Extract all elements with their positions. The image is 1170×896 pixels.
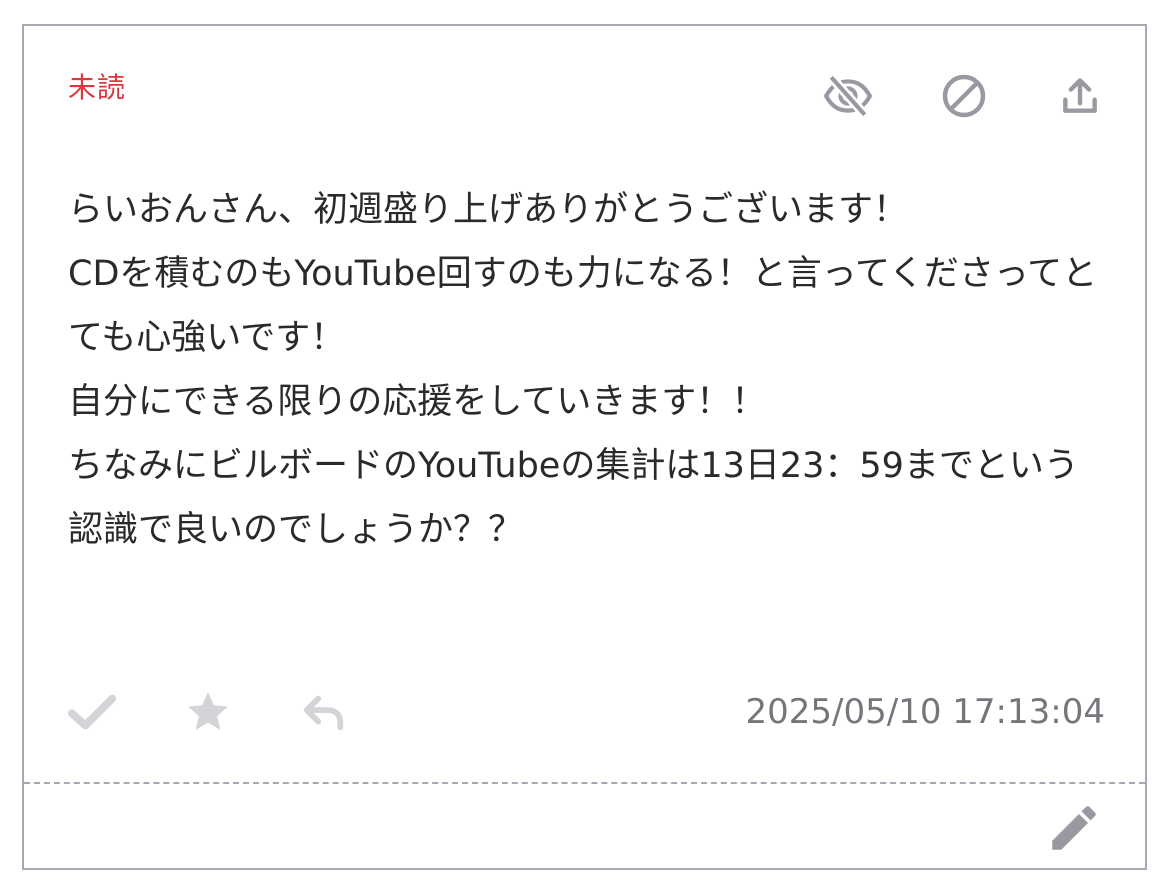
favorite-button[interactable] <box>180 684 236 740</box>
unread-status-label: 未読 <box>68 71 127 104</box>
edit-button[interactable] <box>1042 796 1106 860</box>
mark-read-button[interactable] <box>64 684 120 740</box>
checkmark-icon <box>67 694 117 730</box>
hide-button[interactable] <box>822 70 874 122</box>
dashed-divider <box>24 782 1145 784</box>
message-card: 未読 らいおんさん、初週盛り上げありがとうございます！ CDを積むのもYouTu… <box>22 24 1147 870</box>
star-icon <box>188 692 228 730</box>
share-button[interactable] <box>1054 70 1106 122</box>
reply-button[interactable] <box>296 684 352 740</box>
eye-slash-icon <box>823 74 873 118</box>
message-text: らいおんさん、初週盛り上げありがとうございます！ CDを積むのもYouTube回… <box>68 190 1098 550</box>
share-upload-icon <box>1063 78 1097 113</box>
pencil-edit-icon <box>1052 806 1096 850</box>
block-icon <box>942 74 986 118</box>
block-button[interactable] <box>938 70 990 122</box>
reply-icon <box>303 695 344 731</box>
message-timestamp: 2025/05/10 17:13:04 <box>745 692 1105 732</box>
